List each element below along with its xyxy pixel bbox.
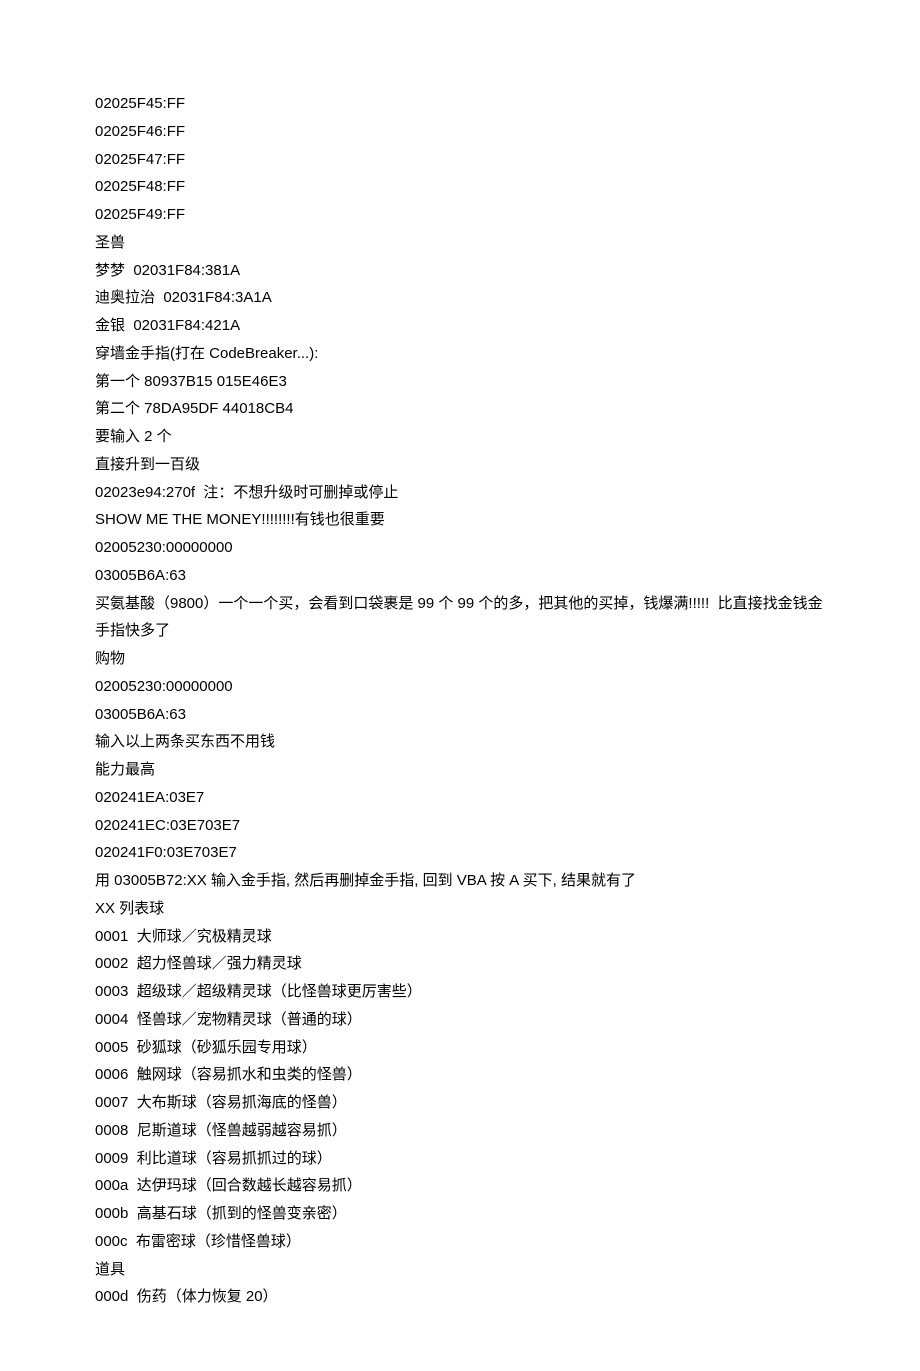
text-line: 0003 超级球／超级精灵球（比怪兽球更厉害些） — [95, 978, 825, 1006]
text-line: 迪奥拉治 02031F84:3A1A — [95, 284, 825, 312]
text-line: 02005230:00000000 — [95, 534, 825, 562]
text-line: 02025F46:FF — [95, 118, 825, 146]
text-line: 000b 高基石球（抓到的怪兽变亲密） — [95, 1200, 825, 1228]
text-line: 0008 尼斯道球（怪兽越弱越容易抓） — [95, 1117, 825, 1145]
text-line: 道具 — [95, 1256, 825, 1284]
text-line: 买氨基酸（9800）一个一个买，会看到口袋裹是 99 个 99 个的多，把其他的… — [95, 590, 825, 646]
text-line: 0005 砂狐球（砂狐乐园专用球） — [95, 1034, 825, 1062]
text-line: 第二个 78DA95DF 44018CB4 — [95, 395, 825, 423]
text-line: 0009 利比道球（容易抓抓过的球） — [95, 1145, 825, 1173]
text-line: 能力最高 — [95, 756, 825, 784]
text-line: 直接升到一百级 — [95, 451, 825, 479]
text-line: 03005B6A:63 — [95, 562, 825, 590]
text-line: 0006 触网球（容易抓水和虫类的怪兽） — [95, 1061, 825, 1089]
text-line: 穿墙金手指(打在 CodeBreaker...): — [95, 340, 825, 368]
text-line: 第一个 80937B15 015E46E3 — [95, 368, 825, 396]
text-line: 输入以上两条买东西不用钱 — [95, 728, 825, 756]
text-line: 020241EA:03E7 — [95, 784, 825, 812]
text-line: 03005B6A:63 — [95, 701, 825, 729]
text-line: 购物 — [95, 645, 825, 673]
text-line: 梦梦 02031F84:381A — [95, 257, 825, 285]
text-line: 要输入 2 个 — [95, 423, 825, 451]
text-line: 02025F45:FF — [95, 90, 825, 118]
text-line: SHOW ME THE MONEY!!!!!!!!有钱也很重要 — [95, 506, 825, 534]
text-line: 000c 布雷密球（珍惜怪兽球） — [95, 1228, 825, 1256]
text-line: 020241F0:03E703E7 — [95, 839, 825, 867]
text-line: 02023e94:270f 注：不想升级时可删掉或停止 — [95, 479, 825, 507]
text-line: 0001 大师球／究极精灵球 — [95, 923, 825, 951]
text-line: 圣兽 — [95, 229, 825, 257]
text-line: 000a 达伊玛球（回合数越长越容易抓） — [95, 1172, 825, 1200]
text-line: 000d 伤药（体力恢复 20） — [95, 1283, 825, 1311]
text-line: 02025F49:FF — [95, 201, 825, 229]
text-line: 0004 怪兽球／宠物精灵球（普通的球） — [95, 1006, 825, 1034]
text-line: 0007 大布斯球（容易抓海底的怪兽） — [95, 1089, 825, 1117]
text-line: 02005230:00000000 — [95, 673, 825, 701]
text-line: 02025F47:FF — [95, 146, 825, 174]
text-line: 02025F48:FF — [95, 173, 825, 201]
text-line: 0002 超力怪兽球／强力精灵球 — [95, 950, 825, 978]
text-line: 020241EC:03E703E7 — [95, 812, 825, 840]
document-content: 02025F45:FF02025F46:FF02025F47:FF02025F4… — [95, 90, 825, 1311]
text-line: 金银 02031F84:421A — [95, 312, 825, 340]
text-line: XX 列表球 — [95, 895, 825, 923]
text-line: 用 03005B72:XX 输入金手指, 然后再删掉金手指, 回到 VBA 按 … — [95, 867, 825, 895]
